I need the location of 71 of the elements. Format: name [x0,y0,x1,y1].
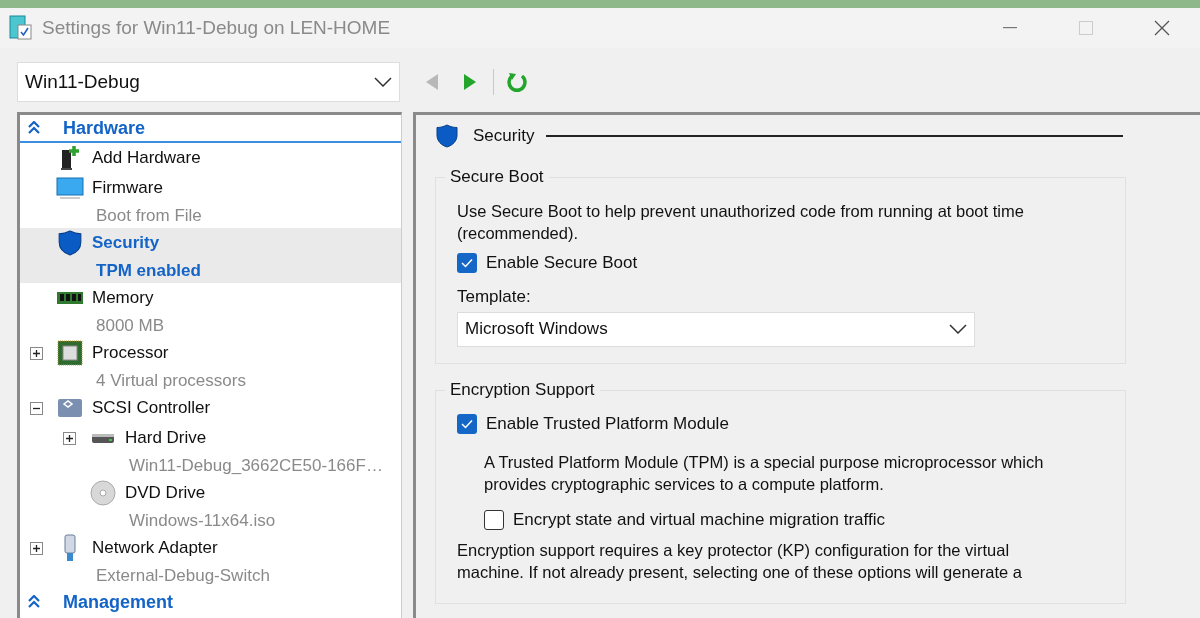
server-plus-icon [58,145,82,171]
close-icon [1154,20,1170,36]
expand-toggle[interactable] [63,431,76,445]
tree-item[interactable]: Processor 4 Virtual processors [20,338,401,393]
checkbox-label: Enable Trusted Platform Module [486,412,729,435]
item-detail: TPM enabled [96,259,201,282]
tree-item[interactable]: Hard Drive Win11-Debug_3662CE50-166F… [20,423,401,478]
play-icon [462,73,478,91]
tree-item[interactable]: DVD Drive Windows-11x64.iso [20,478,401,533]
controller-card-icon [56,396,84,420]
item-name: Processor [92,342,169,365]
item-detail: Boot from File [96,204,202,227]
expand-toggle[interactable] [30,541,43,555]
item-detail: 8000 MB [96,314,165,337]
disc-icon [90,480,116,506]
item-name: Add Hardware [92,147,201,170]
tree-item[interactable]: Add Hardware [20,143,401,173]
checkbox[interactable] [484,509,504,530]
tree-item[interactable]: SCSI Controller [20,393,401,423]
page-heading: Security [473,125,535,148]
item-name: Memory [92,287,154,310]
item-detail: 4 Virtual processors [96,369,246,392]
maximize-icon [1079,21,1093,35]
tree-item[interactable]: Firmware Boot from File [20,173,401,228]
item-name: Hard Drive [125,427,207,450]
left-triangle-icon [424,73,440,91]
checkbox-label: Enable Secure Boot [486,252,638,275]
description-text: A Trusted Platform Module (TPM) is a special purpose microprocessor which provides cryptographic services to a compute platform. [484,451,1045,495]
chevron-down-icon [949,324,967,334]
shield-icon [57,230,83,256]
plus-icon [65,433,74,443]
shield-icon [435,124,459,148]
refresh-icon [506,71,528,93]
checkmark-icon [461,258,473,268]
collapse-toggle[interactable] [30,401,43,415]
monitor-icon [56,176,84,200]
tree-item[interactable]: Memory 8000 MB [20,283,401,338]
settings-window-icon [9,15,33,41]
tree-item[interactable]: Network Adapter External-Debug-Switch [20,533,401,588]
chevron-down-icon [374,77,392,87]
field-label: Template: [457,286,531,308]
double-chevron-up-icon [28,595,40,609]
section-header[interactable]: Management [20,588,401,616]
checkmark-icon [461,418,473,429]
network-plug-icon [62,534,78,562]
item-name: Firmware [92,177,163,200]
description-text: Use Secure Boot to help prevent unauthorized code from running at boot time (recommended). [457,201,1025,244]
item-name: Network Adapter [92,537,218,560]
window-title: Settings for Win11-Debug on LEN-HOME [42,15,391,40]
tree-item[interactable]: Security TPM enabled [20,228,401,283]
section-header[interactable]: Hardware [20,115,401,143]
item-name: DVD Drive [125,482,206,505]
checkbox[interactable] [457,413,477,434]
plus-icon [32,348,41,358]
item-name: Security [92,232,160,255]
item-detail: Windows-11x64.iso [129,509,276,532]
cpu-icon [57,340,83,366]
item-name: SCSI Controller [92,397,211,420]
template-dropdown[interactable]: Microsoft Windows [457,311,975,347]
memory-chip-icon [56,289,84,307]
plus-icon [32,543,41,553]
item-detail: External-Debug-Switch [96,564,270,587]
minimize-icon [1003,27,1017,29]
checkbox[interactable] [457,253,477,273]
hard-drive-icon [91,431,115,445]
item-detail: Win11-Debug_3662CE50-166F… [129,454,383,477]
double-chevron-up-icon [28,121,40,135]
checkbox-label: Encrypt state and virtual machine migration traffic [513,508,885,531]
vm-dropdown[interactable]: Win11-Debug [17,62,400,102]
description-text: Encryption support requires a key protector (KP) configuration for the virtual machine. If not already present, selecting one of these options will generate a [457,539,1023,583]
expand-toggle[interactable] [30,346,43,360]
